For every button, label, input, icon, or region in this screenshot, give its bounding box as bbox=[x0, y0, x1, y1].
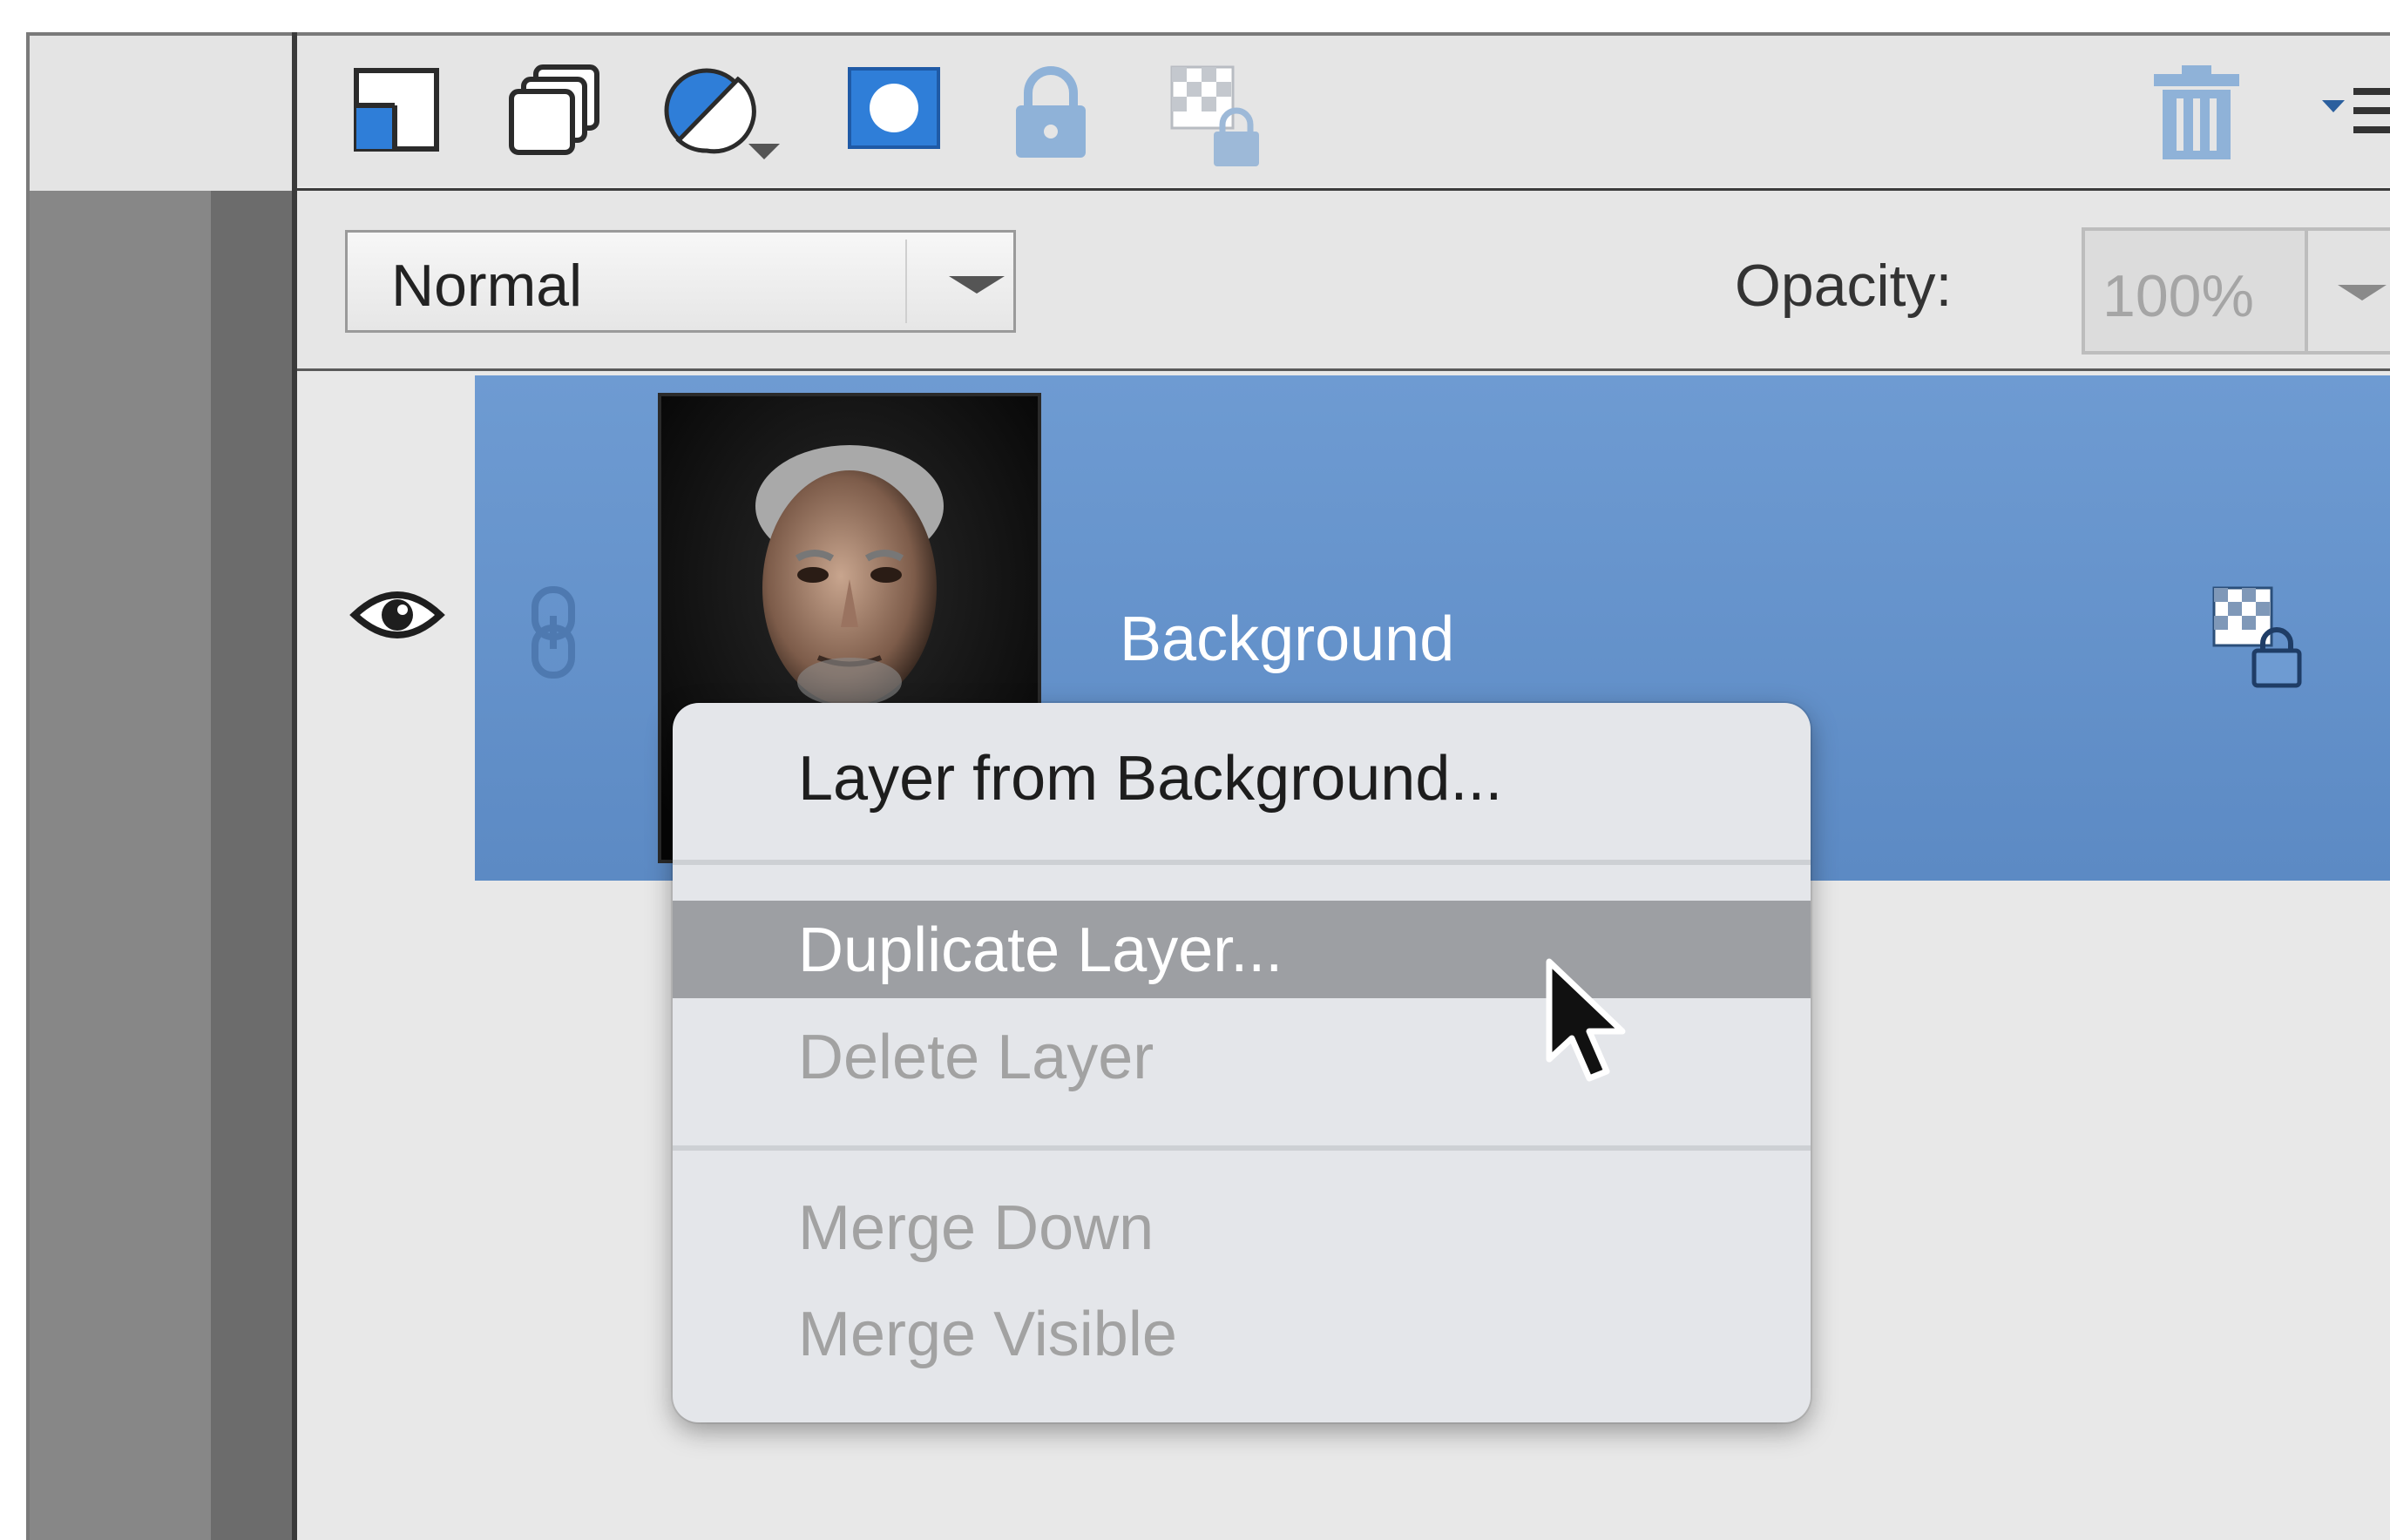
menu-item-duplicate-layer[interactable]: Duplicate Layer... bbox=[673, 901, 1811, 998]
layer-mask-icon[interactable] bbox=[846, 60, 942, 156]
layers-toolbar bbox=[297, 36, 2390, 194]
visibility-eye-icon[interactable] bbox=[349, 580, 445, 654]
new-group-icon[interactable] bbox=[503, 60, 607, 165]
menu-separator bbox=[673, 860, 1811, 865]
blend-mode-value: Normal bbox=[391, 253, 583, 319]
chevron-down-icon bbox=[949, 276, 1005, 294]
panel-menu-icon[interactable] bbox=[2319, 79, 2390, 149]
new-layer-icon[interactable] bbox=[349, 60, 445, 156]
mouse-pointer-icon bbox=[1542, 956, 1638, 1091]
menu-item-merge-down[interactable]: Merge Down bbox=[673, 1179, 1811, 1276]
menu-item-label: Merge Down bbox=[798, 1193, 1154, 1263]
adjustment-layer-icon[interactable] bbox=[661, 60, 792, 165]
lock-transparency-icon bbox=[2211, 584, 2306, 693]
panel-corner bbox=[30, 36, 292, 191]
lock-all-icon[interactable] bbox=[1007, 60, 1094, 165]
chevron-down-icon bbox=[2338, 285, 2387, 301]
menu-item-label: Merge Visible bbox=[798, 1300, 1177, 1369]
trash-icon[interactable] bbox=[2149, 60, 2244, 165]
select-divider bbox=[905, 240, 907, 323]
opacity-dropdown-button[interactable] bbox=[2308, 227, 2390, 355]
layer-name: Background bbox=[1120, 605, 1455, 674]
blend-opacity-bar: Normal Opacity: 100% bbox=[297, 191, 2390, 371]
menu-item-layer-from-background[interactable]: Layer from Background... bbox=[673, 729, 1811, 827]
menu-item-merge-visible[interactable]: Merge Visible bbox=[673, 1285, 1811, 1382]
lock-transparency-icon[interactable] bbox=[1165, 60, 1269, 173]
menu-separator bbox=[673, 1145, 1811, 1151]
menu-item-delete-layer[interactable]: Delete Layer bbox=[673, 1008, 1811, 1105]
menu-item-label: Layer from Background... bbox=[798, 744, 1503, 814]
link-icon bbox=[523, 584, 584, 685]
opacity-value: 100% bbox=[2102, 263, 2254, 329]
blend-mode-select[interactable]: Normal bbox=[345, 230, 1016, 333]
opacity-input[interactable]: 100% bbox=[2082, 227, 2308, 355]
menu-item-label: Duplicate Layer... bbox=[798, 915, 1283, 985]
layer-context-menu: Layer from Background... Duplicate Layer… bbox=[673, 703, 1811, 1422]
left-gutter bbox=[30, 191, 211, 1540]
opacity-label: Opacity: bbox=[1735, 253, 1953, 319]
menu-item-label: Delete Layer bbox=[798, 1023, 1154, 1092]
left-gutter-dark bbox=[211, 191, 292, 1540]
